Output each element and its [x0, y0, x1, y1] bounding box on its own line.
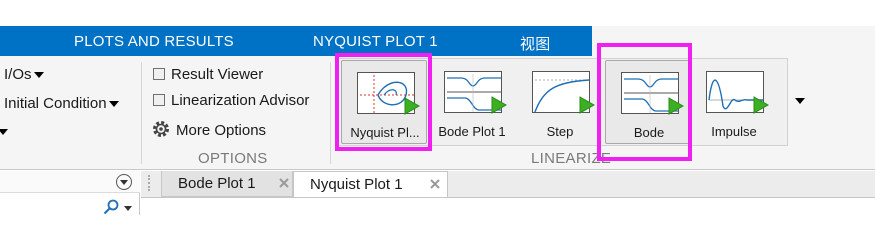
- section-divider: [141, 62, 142, 164]
- tab-nyquist-plot-1[interactable]: NYQUIST PLOT 1: [313, 33, 438, 50]
- initial-condition-label: Initial Condition: [4, 95, 107, 112]
- chevron-down-icon: [795, 98, 805, 104]
- data-browser-panel: [0, 171, 140, 215]
- panel-header: [0, 171, 140, 193]
- gallery-item-label: Step: [546, 124, 574, 139]
- gallery-item-label: Bode Plot 1: [438, 124, 506, 139]
- tab-view[interactable]: 视图: [520, 33, 550, 54]
- more-options-label: More Options: [176, 122, 267, 139]
- result-viewer-label: Result Viewer: [171, 66, 264, 83]
- gallery-expand-button[interactable]: [787, 58, 811, 146]
- chevron-down-icon: [0, 129, 8, 136]
- document-tab-nyquist-plot-1[interactable]: Nyquist Plot 1: [293, 171, 448, 198]
- gear-icon: [153, 121, 169, 137]
- play-icon: [579, 96, 595, 114]
- checkbox-icon[interactable]: [153, 94, 165, 106]
- ios-label: I/Os: [4, 66, 32, 83]
- more-options-button[interactable]: More Options: [152, 120, 266, 139]
- linearization-advisor-label: Linearization Advisor: [171, 92, 310, 109]
- initial-condition-dropdown[interactable]: Initial Condition: [4, 95, 119, 112]
- search-icon[interactable]: [103, 199, 119, 215]
- gallery-item-bode-plot-1[interactable]: Bode Plot 1: [429, 60, 515, 144]
- tab-plots-and-results[interactable]: PLOTS AND RESULTS: [74, 33, 234, 50]
- chevron-down-icon[interactable]: [124, 206, 132, 211]
- ribbon-tab-strip: PLOTS AND RESULTS NYQUIST PLOT 1 视图: [0, 26, 875, 56]
- gallery-item-step[interactable]: Step: [517, 60, 603, 144]
- document-tab-label: Nyquist Plot 1: [310, 176, 403, 193]
- panel-menu-icon[interactable]: [116, 174, 132, 190]
- result-viewer-checkbox[interactable]: Result Viewer: [153, 66, 263, 83]
- chevron-down-icon: [108, 101, 119, 108]
- gallery-item-impulse[interactable]: Impulse: [691, 60, 777, 144]
- highlight-box: [335, 53, 432, 151]
- close-icon[interactable]: [278, 177, 290, 189]
- options-section-title: OPTIONS: [198, 150, 268, 167]
- close-icon[interactable]: [429, 178, 441, 190]
- gallery-item-label: Impulse: [711, 124, 757, 139]
- partial-dropdown[interactable]: [0, 123, 8, 140]
- linearization-advisor-checkbox[interactable]: Linearization Advisor: [153, 92, 309, 109]
- checkbox-icon[interactable]: [153, 68, 165, 80]
- section-divider: [330, 62, 331, 164]
- ios-dropdown[interactable]: I/Os: [4, 66, 44, 83]
- play-icon: [491, 96, 507, 114]
- chevron-down-icon: [33, 72, 44, 79]
- tab-bar-grip[interactable]: [148, 175, 152, 191]
- document-tab-bode-plot-1[interactable]: Bode Plot 1: [161, 171, 293, 197]
- play-icon: [753, 96, 769, 114]
- document-area: [141, 197, 875, 215]
- highlight-box: [597, 43, 692, 161]
- document-tab-label: Bode Plot 1: [178, 175, 256, 192]
